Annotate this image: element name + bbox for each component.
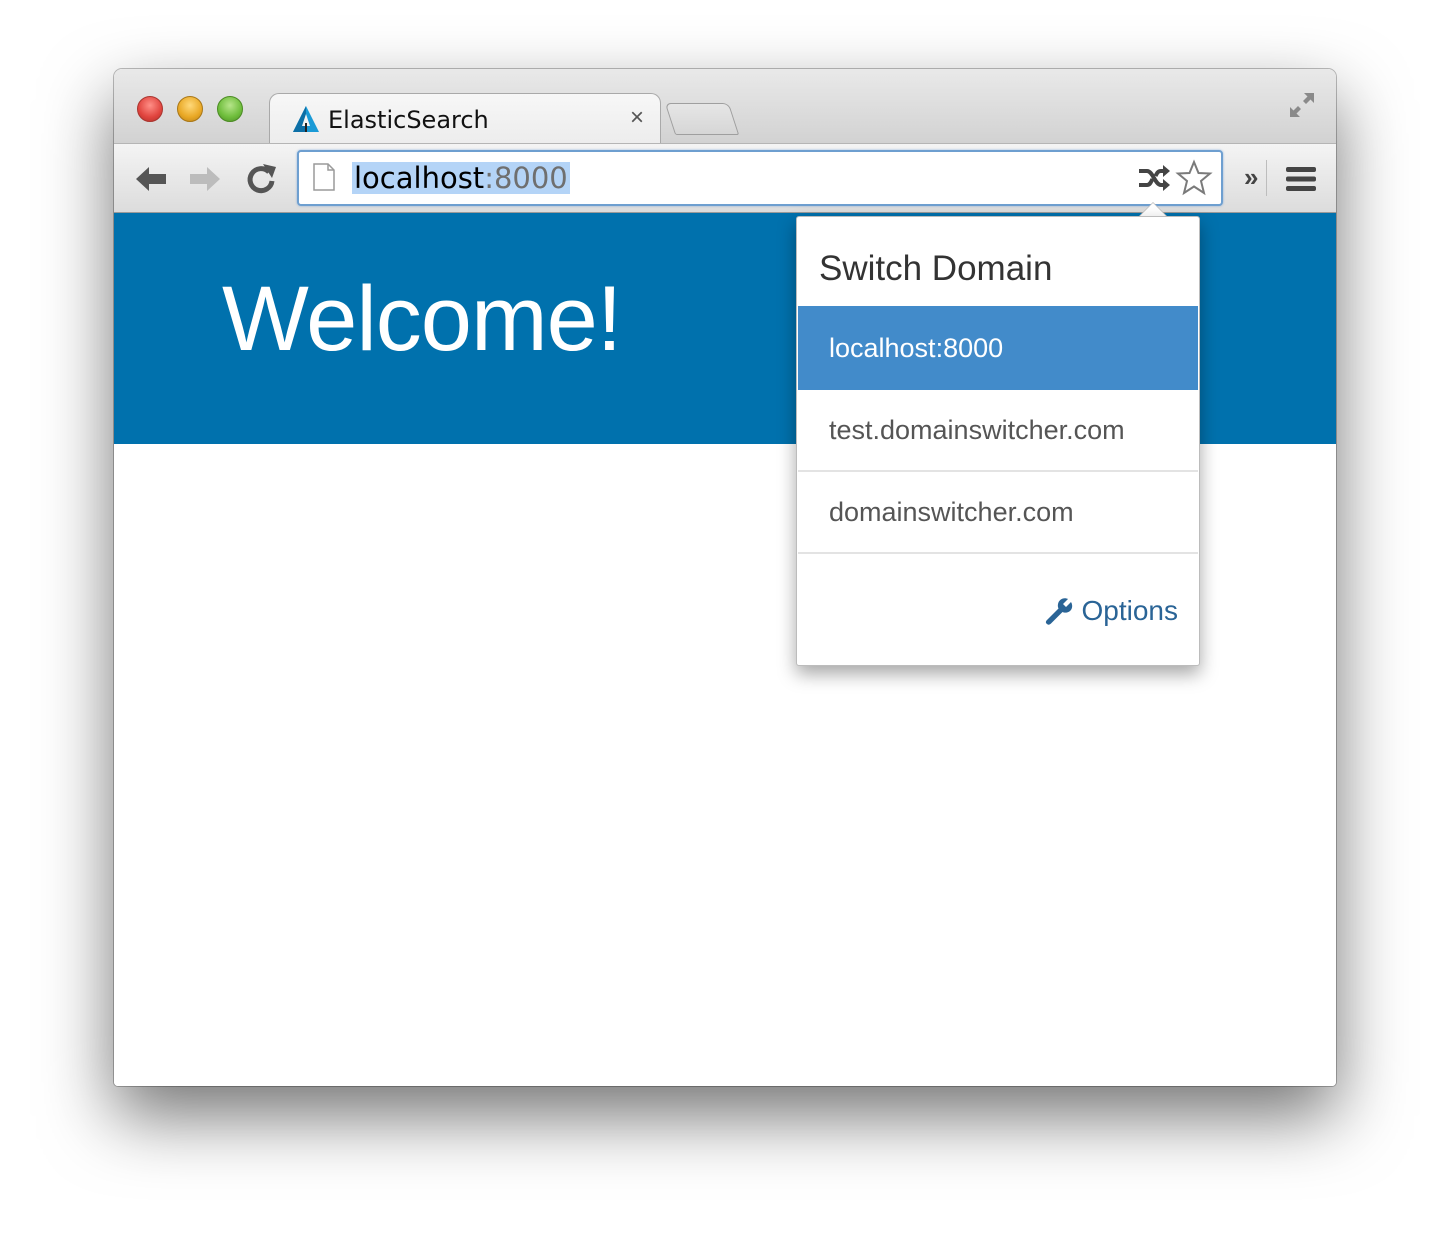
back-arrow-icon[interactable] (132, 160, 170, 198)
close-window-button[interactable] (137, 96, 163, 122)
tab-elasticsearch[interactable]: ElasticSearch × (269, 93, 661, 146)
url-text[interactable]: localhost:8000 (352, 162, 570, 194)
tab-bar: ElasticSearch × (114, 69, 1336, 146)
zoom-window-button[interactable] (217, 96, 243, 122)
minimize-window-button[interactable] (177, 96, 203, 122)
domain-list: localhost:8000 test.domainswitcher.com d… (798, 306, 1198, 554)
bookmark-star-icon[interactable] (1175, 159, 1213, 197)
tab-close-icon[interactable]: × (630, 104, 644, 132)
popup-arrow (1139, 203, 1167, 217)
domain-item-test[interactable]: test.domainswitcher.com (798, 390, 1198, 472)
url-host: localhost (354, 161, 485, 195)
address-bar[interactable]: localhost:8000 (297, 150, 1223, 206)
domain-item-localhost[interactable]: localhost:8000 (798, 306, 1198, 390)
elasticsearch-icon (293, 106, 319, 132)
wrench-icon (1045, 598, 1072, 625)
shuffle-icon[interactable] (1137, 163, 1171, 193)
url-port: :8000 (484, 161, 568, 195)
toolbar-separator (1266, 160, 1267, 196)
menu-icon[interactable] (1284, 162, 1318, 196)
domain-item-main[interactable]: domainswitcher.com (798, 472, 1198, 554)
hero-title: Welcome! (222, 268, 622, 370)
switch-domain-popup: Switch Domain localhost:8000 test.domain… (796, 216, 1200, 666)
reload-icon[interactable] (242, 160, 280, 198)
tab-title: ElasticSearch (328, 106, 489, 134)
new-tab-button[interactable] (664, 103, 740, 135)
popup-title: Switch Domain (819, 249, 1053, 288)
fullscreen-icon[interactable] (1286, 89, 1318, 121)
options-link[interactable]: Options (1044, 595, 1179, 627)
extensions-overflow-button[interactable]: » (1244, 162, 1258, 193)
forward-arrow-icon[interactable] (186, 160, 224, 198)
page-icon (313, 163, 335, 191)
options-label: Options (1081, 595, 1179, 626)
